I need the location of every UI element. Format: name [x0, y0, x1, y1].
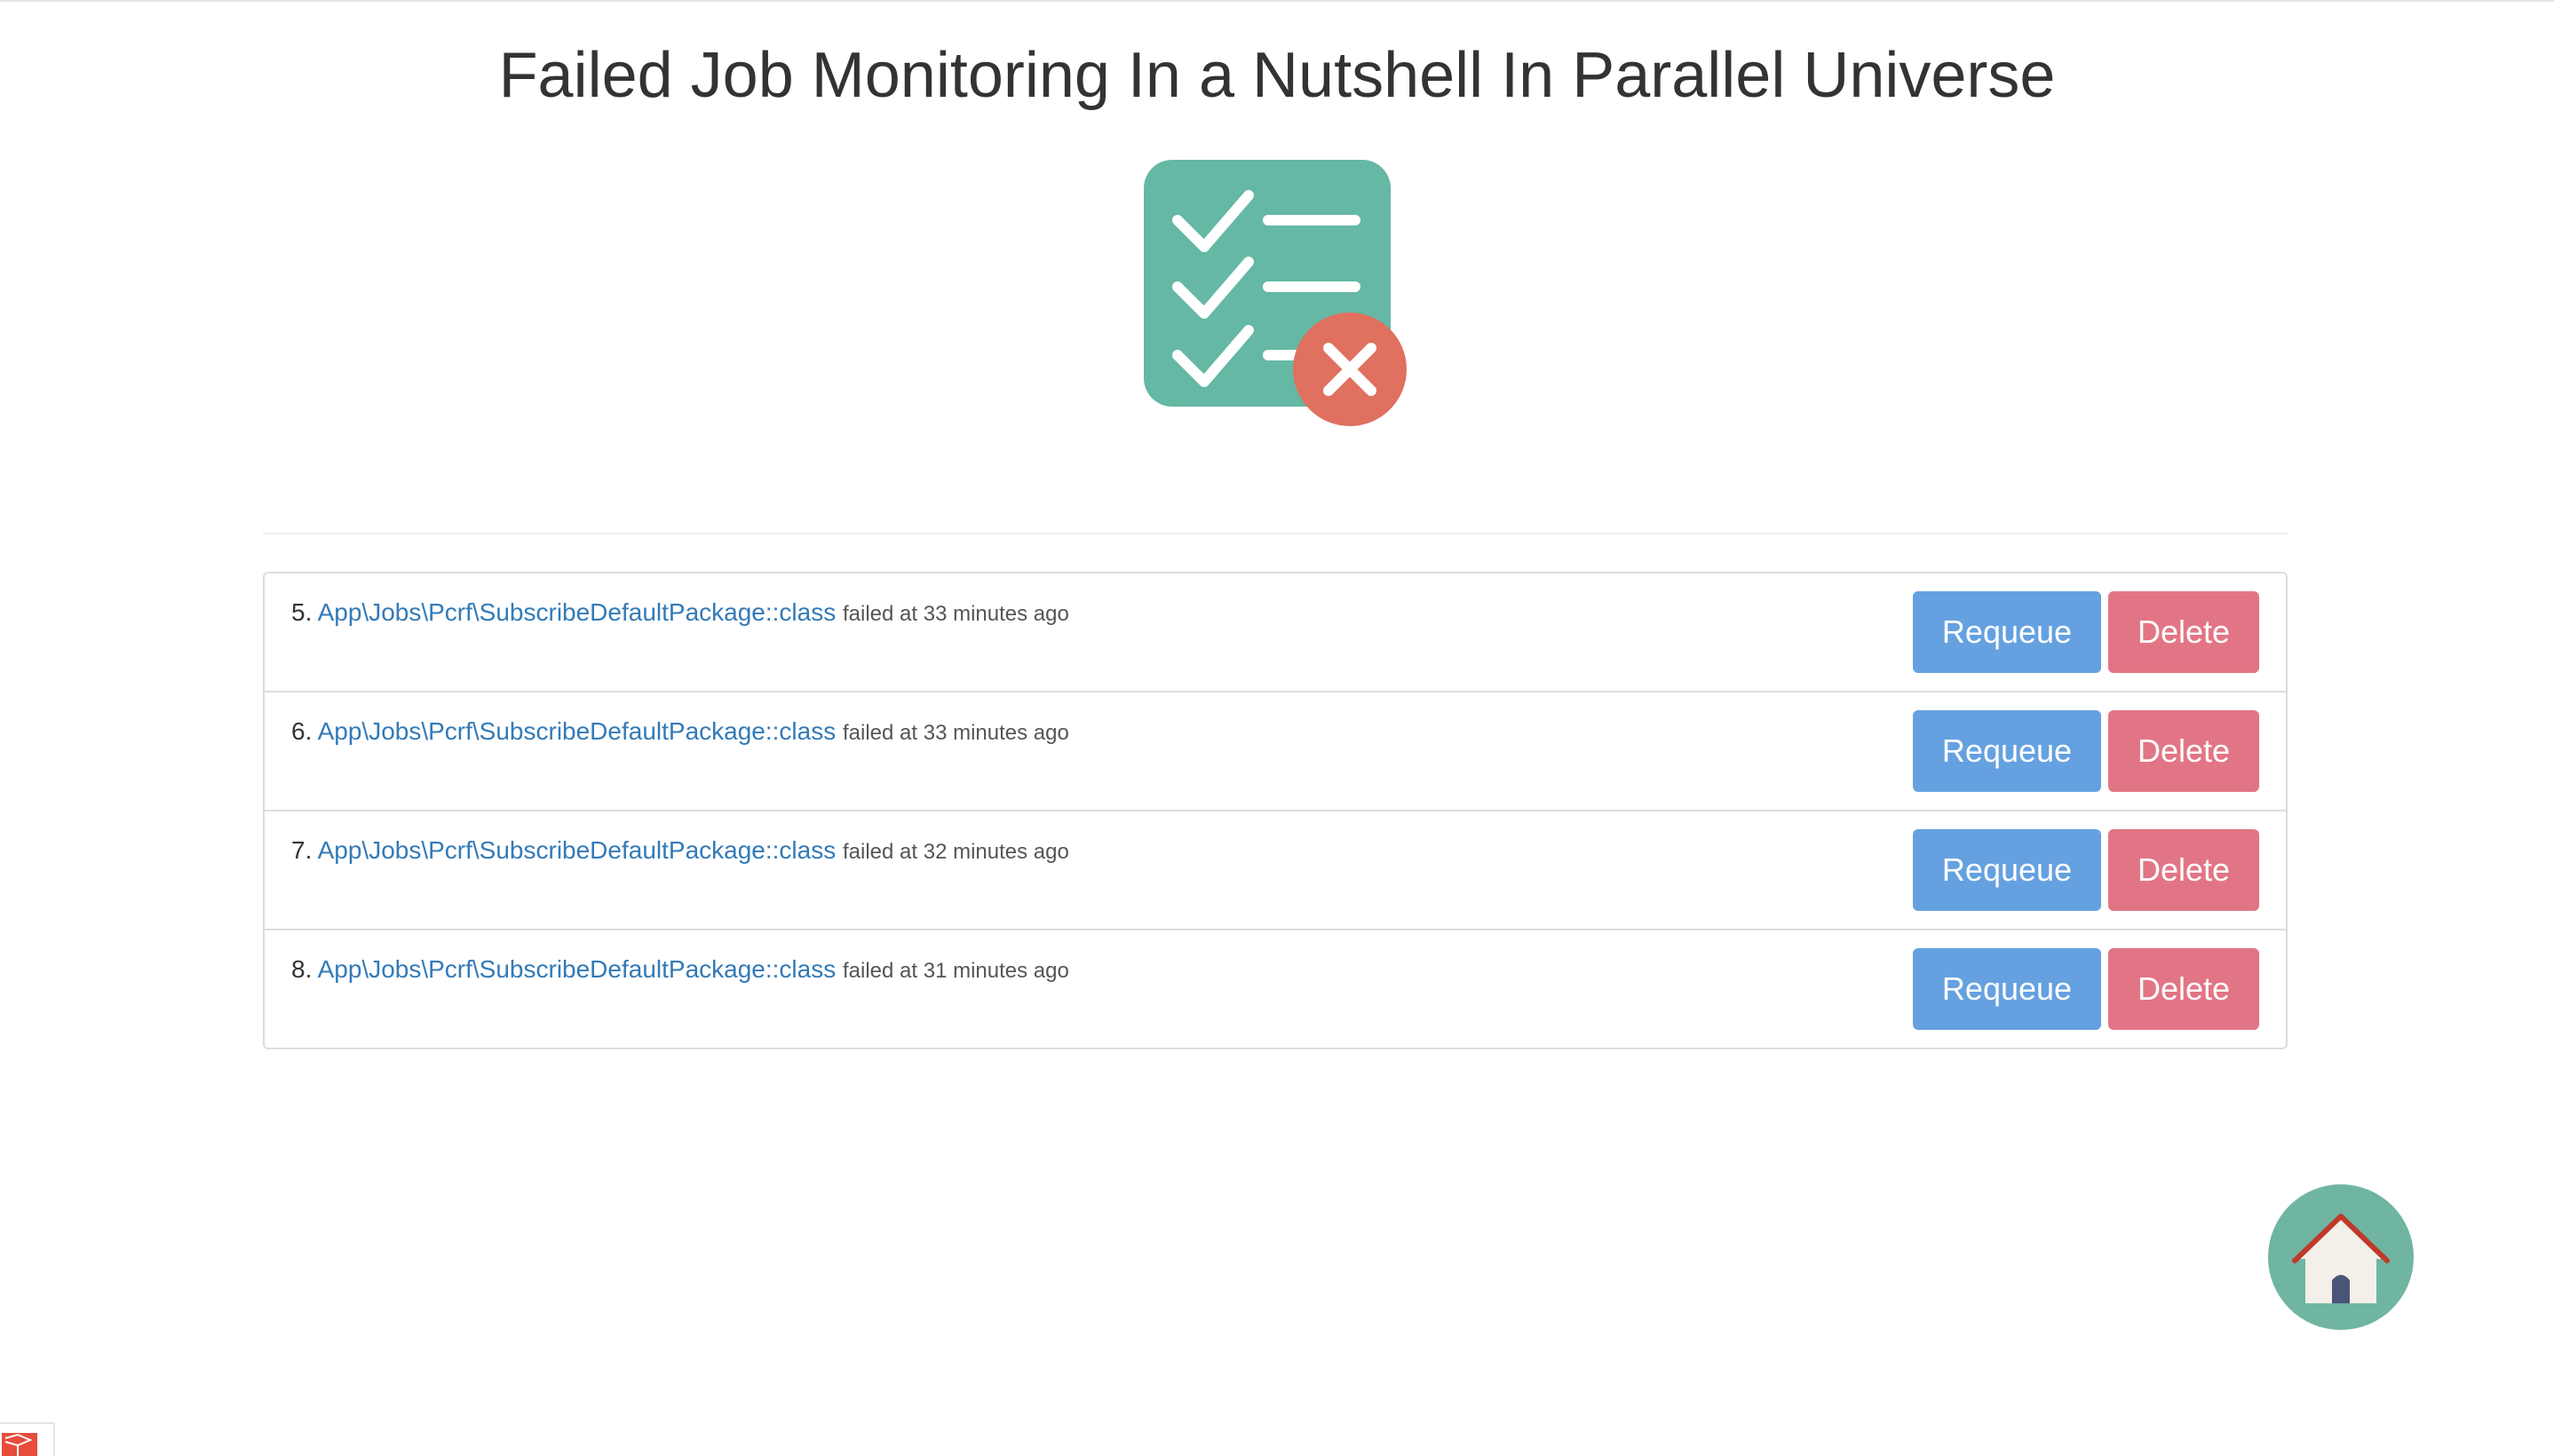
- job-class-link[interactable]: App\Jobs\Pcrf\SubscribeDefaultPackage::c…: [318, 955, 837, 983]
- job-description: 6. App\Jobs\Pcrf\SubscribeDefaultPackage…: [291, 714, 1069, 751]
- job-index: 6.: [291, 717, 313, 745]
- requeue-button[interactable]: Requeue: [1913, 591, 2101, 673]
- job-row: 7. App\Jobs\Pcrf\SubscribeDefaultPackage…: [265, 811, 2286, 930]
- job-index: 7.: [291, 836, 313, 864]
- delete-button[interactable]: Delete: [2108, 829, 2259, 911]
- requeue-button[interactable]: Requeue: [1913, 710, 2101, 792]
- delete-button[interactable]: Delete: [2108, 710, 2259, 792]
- checklist-failed-icon: [1142, 158, 1408, 433]
- job-failed-time: failed at 33 minutes ago: [843, 721, 1069, 745]
- job-description: 5. App\Jobs\Pcrf\SubscribeDefaultPackage…: [291, 595, 1069, 632]
- job-class-link[interactable]: App\Jobs\Pcrf\SubscribeDefaultPackage::c…: [318, 717, 837, 745]
- divider: [263, 533, 2288, 534]
- home-button[interactable]: [2268, 1184, 2414, 1330]
- delete-button[interactable]: Delete: [2108, 591, 2259, 673]
- page-title: Failed Job Monitoring In a Nutshell In P…: [498, 40, 2056, 111]
- job-index: 5.: [291, 598, 313, 626]
- page: Failed Job Monitoring In a Nutshell In P…: [0, 0, 2554, 1456]
- job-description: 8. App\Jobs\Pcrf\SubscribeDefaultPackage…: [291, 952, 1069, 989]
- job-row: 6. App\Jobs\Pcrf\SubscribeDefaultPackage…: [265, 692, 2286, 811]
- home-icon: [2292, 1214, 2390, 1303]
- laravel-logo-icon: [0, 1422, 55, 1456]
- job-failed-time: failed at 33 minutes ago: [843, 602, 1069, 626]
- failed-jobs-list: 5. App\Jobs\Pcrf\SubscribeDefaultPackage…: [263, 572, 2288, 1049]
- job-class-link[interactable]: App\Jobs\Pcrf\SubscribeDefaultPackage::c…: [318, 598, 837, 626]
- job-failed-time: failed at 32 minutes ago: [843, 840, 1069, 864]
- job-index: 8.: [291, 955, 313, 983]
- job-failed-time: failed at 31 minutes ago: [843, 959, 1069, 983]
- requeue-button[interactable]: Requeue: [1913, 829, 2101, 911]
- requeue-button[interactable]: Requeue: [1913, 948, 2101, 1030]
- job-description: 7. App\Jobs\Pcrf\SubscribeDefaultPackage…: [291, 833, 1069, 870]
- job-class-link[interactable]: App\Jobs\Pcrf\SubscribeDefaultPackage::c…: [318, 836, 837, 864]
- delete-button[interactable]: Delete: [2108, 948, 2259, 1030]
- job-row: 8. App\Jobs\Pcrf\SubscribeDefaultPackage…: [265, 930, 2286, 1048]
- job-row: 5. App\Jobs\Pcrf\SubscribeDefaultPackage…: [265, 574, 2286, 692]
